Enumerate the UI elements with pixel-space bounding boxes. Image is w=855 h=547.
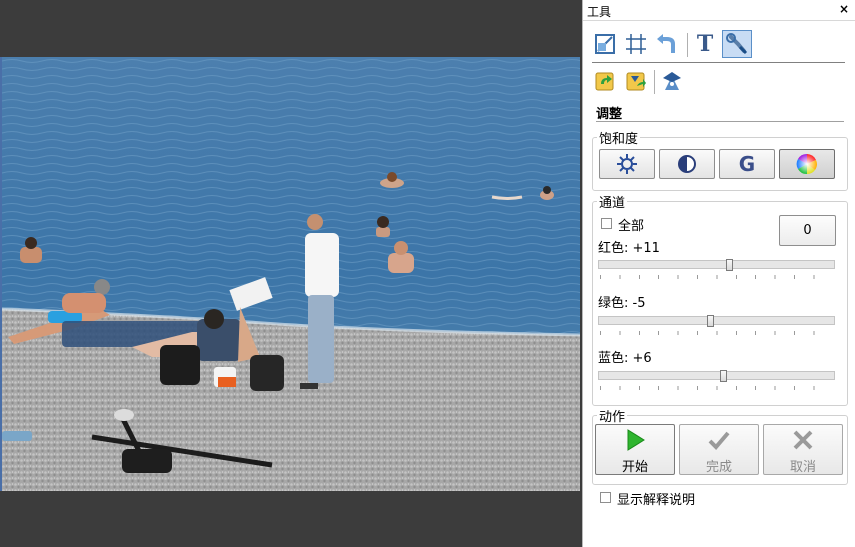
image-viewer[interactable] — [0, 0, 582, 547]
play-icon — [627, 429, 645, 451]
green-slider-ticks — [600, 331, 833, 335]
toolbar-separator — [687, 33, 688, 57]
start-label: 开始 — [621, 460, 648, 475]
photo-canvas — [2, 57, 580, 491]
toolbar-divider — [592, 62, 845, 63]
crop-button[interactable] — [623, 31, 649, 57]
adjust-tool-button[interactable] — [722, 30, 752, 58]
cancel-icon — [793, 430, 813, 450]
red-label: 红色: +11 — [598, 241, 660, 256]
grayscale-icon: G — [738, 152, 756, 176]
all-channels-checkbox[interactable] — [601, 218, 612, 229]
resize-button[interactable] — [592, 31, 618, 57]
heading-underline — [596, 121, 844, 122]
channel-value-box[interactable]: 0 — [779, 215, 836, 246]
blue-label: 蓝色: +6 — [598, 351, 652, 366]
red-slider-track[interactable] — [598, 260, 835, 269]
undo-button[interactable] — [653, 31, 679, 57]
contrast-button[interactable] — [659, 149, 715, 179]
done-label: 完成 — [705, 460, 732, 475]
grayscale-button[interactable]: G — [719, 149, 775, 179]
cancel-label: 取消 — [789, 460, 816, 475]
wizard-button[interactable] — [659, 68, 685, 94]
saturation-label: 饱和度 — [597, 128, 641, 147]
blue-slider-track[interactable] — [598, 371, 835, 380]
show-help-checkbox[interactable] — [600, 492, 611, 503]
color-saturation-button[interactable] — [779, 149, 835, 179]
blue-slider-ticks — [600, 386, 833, 390]
red-slider-thumb[interactable] — [725, 259, 733, 271]
rotate-right-icon — [626, 72, 646, 91]
all-channels-label: 全部 — [618, 219, 645, 234]
green-slider-thumb[interactable] — [707, 315, 715, 327]
wizard-icon — [663, 72, 681, 90]
red-slider-ticks — [600, 275, 833, 279]
toolbar-separator-2 — [654, 70, 655, 94]
cancel-button[interactable]: 取消 — [763, 424, 843, 475]
adjust-heading: 调整 — [596, 107, 623, 122]
blue-slider-thumb[interactable] — [719, 370, 727, 382]
contrast-icon — [678, 155, 696, 173]
done-button[interactable]: 完成 — [679, 424, 759, 475]
actions-label: 动作 — [597, 406, 628, 425]
panel-title: 工具 — [587, 5, 612, 19]
text-button[interactable]: T — [692, 31, 718, 57]
close-icon[interactable]: × — [839, 2, 849, 16]
text-icon: T — [696, 31, 714, 57]
resize-icon — [595, 34, 615, 54]
green-slider-track[interactable] — [598, 316, 835, 325]
channels-label: 通道 — [597, 192, 628, 211]
color-wheel-icon — [796, 153, 817, 175]
start-button[interactable]: 开始 — [595, 424, 675, 475]
beach-photo[interactable] — [2, 57, 580, 491]
brightness-button[interactable] — [599, 149, 655, 179]
wrench-icon — [726, 33, 748, 55]
green-label: 绿色: -5 — [598, 296, 646, 311]
rotate-left-icon — [595, 72, 614, 91]
rotate-right-button[interactable] — [623, 68, 649, 94]
brightness-icon — [617, 154, 637, 174]
panel-titlebar: 工具 × — [583, 0, 855, 21]
checkmark-icon — [708, 431, 730, 450]
undo-icon — [657, 34, 675, 53]
crop-icon — [626, 34, 646, 54]
show-help-label: 显示解释说明 — [617, 493, 696, 508]
rotate-left-button[interactable] — [592, 68, 618, 94]
